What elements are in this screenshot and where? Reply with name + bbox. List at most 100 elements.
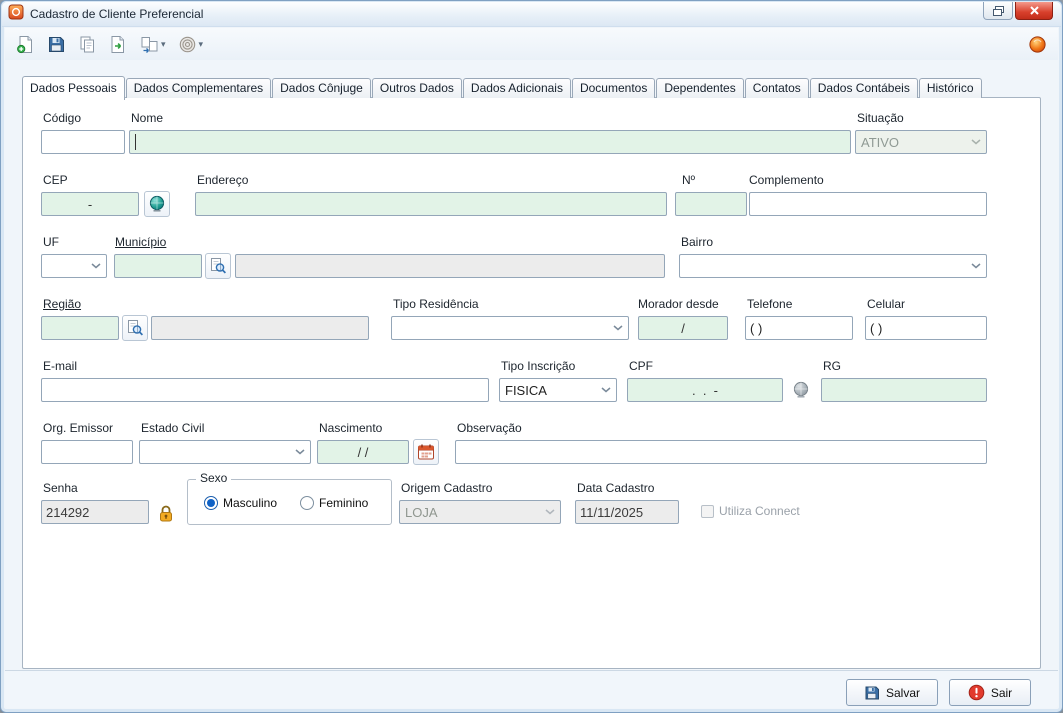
calendar-icon (417, 443, 435, 461)
cpf-label: CPF (629, 359, 653, 373)
municipio-search-button[interactable] (205, 253, 231, 279)
endereco-label: Endereço (197, 173, 248, 187)
telefone-input[interactable] (745, 316, 853, 340)
cpf-input[interactable] (627, 378, 783, 402)
situacao-select: ATIVO (855, 130, 987, 154)
export-icon[interactable] (106, 33, 131, 56)
sair-button-label: Sair (991, 686, 1012, 700)
data-cadastro-input (575, 500, 679, 524)
estado-civil-select[interactable] (139, 440, 311, 464)
chevron-down-icon (295, 449, 305, 455)
cpf-globe-gray-icon (789, 378, 813, 402)
app-window: Cadastro de Cliente Preferencial ▾ (0, 0, 1063, 713)
nome-label: Nome (131, 111, 163, 125)
municipio-label[interactable]: Município (115, 235, 166, 249)
radio-masculino[interactable]: Masculino (204, 496, 277, 510)
nascimento-calendar-button[interactable] (413, 439, 439, 465)
tab-documentos[interactable]: Documentos (572, 78, 655, 98)
save-icon[interactable] (44, 33, 69, 56)
exit-icon (968, 684, 985, 701)
sair-button[interactable]: Sair (949, 679, 1031, 706)
chevron-down-icon (91, 263, 101, 269)
tipo-inscricao-select[interactable]: FISICA (499, 378, 617, 402)
tab-outros-dados[interactable]: Outros Dados (372, 78, 462, 98)
nome-input[interactable] (129, 130, 851, 154)
tipo-residencia-select[interactable] (391, 316, 629, 340)
tab-dados-contabeis[interactable]: Dados Contábeis (810, 78, 918, 98)
uf-label: UF (43, 235, 59, 249)
restore-button[interactable] (983, 2, 1013, 20)
cep-label: CEP (43, 173, 68, 187)
celular-input[interactable] (865, 316, 987, 340)
observacao-input[interactable] (455, 440, 987, 464)
origem-cadastro-label: Origem Cadastro (401, 481, 492, 495)
uf-select[interactable] (41, 254, 107, 278)
nascimento-input[interactable] (317, 440, 409, 464)
complemento-label: Complemento (749, 173, 824, 187)
transfer-icon[interactable]: ▾ (137, 33, 169, 56)
tab-contatos[interactable]: Contatos (745, 78, 809, 98)
radio-masculino-label: Masculino (223, 496, 277, 510)
municipio-descricao (235, 254, 665, 278)
complemento-input[interactable] (749, 192, 987, 216)
copy-icon[interactable] (75, 33, 100, 56)
tab-dados-complementares[interactable]: Dados Complementares (126, 78, 271, 98)
checkbox-icon (701, 505, 714, 518)
chevron-down-icon (601, 387, 611, 393)
nascimento-label: Nascimento (319, 421, 382, 435)
org-emissor-input[interactable] (41, 440, 133, 464)
codigo-label: Código (43, 111, 81, 125)
bairro-label: Bairro (681, 235, 713, 249)
regiao-label[interactable]: Região (43, 297, 81, 311)
regiao-search-button[interactable] (122, 315, 148, 341)
data-cadastro-label: Data Cadastro (577, 481, 654, 495)
estado-civil-label: Estado Civil (141, 421, 204, 435)
globe-icon (148, 195, 166, 213)
tab-historico[interactable]: Histórico (919, 78, 982, 98)
codigo-input[interactable] (41, 130, 125, 154)
radio-icon[interactable] (204, 496, 218, 510)
morador-desde-input[interactable] (638, 316, 728, 340)
telefone-label: Telefone (747, 297, 792, 311)
utiliza-connect-label: Utiliza Connect (719, 504, 800, 518)
tab-dependentes[interactable]: Dependentes (656, 78, 743, 98)
cep-input[interactable] (41, 192, 139, 216)
window-title: Cadastro de Cliente Preferencial (30, 7, 203, 21)
numero-input[interactable] (675, 192, 747, 216)
numero-label: Nº (682, 173, 695, 187)
tab-strip: Dados Pessoais Dados Complementares Dado… (22, 75, 1042, 98)
email-label: E-mail (43, 359, 77, 373)
celular-label: Celular (867, 297, 905, 311)
morador-desde-label: Morador desde (638, 297, 719, 311)
radio-feminino[interactable]: Feminino (300, 496, 368, 510)
municipio-input[interactable] (114, 254, 202, 278)
titlebar: Cadastro de Cliente Preferencial (2, 2, 1061, 27)
tab-dados-pessoais[interactable]: Dados Pessoais (22, 76, 125, 100)
regiao-input[interactable] (41, 316, 119, 340)
text-caret (135, 134, 136, 150)
cep-search-button[interactable] (144, 191, 170, 217)
radio-icon[interactable] (300, 496, 314, 510)
sexo-groupbox: Sexo Masculino Feminino (187, 479, 392, 525)
senha-lock-icon[interactable] (154, 501, 178, 525)
salvar-button[interactable]: Salvar (846, 679, 938, 706)
rg-input[interactable] (821, 378, 987, 402)
tab-dados-conjuge[interactable]: Dados Cônjuge (272, 78, 371, 98)
bairro-select[interactable] (679, 254, 987, 278)
flame-icon[interactable] (1025, 33, 1050, 56)
endereco-input[interactable] (195, 192, 667, 216)
tipo-residencia-label: Tipo Residência (393, 297, 479, 311)
search-icon (126, 319, 144, 337)
chevron-down-icon: ▾ (161, 39, 166, 50)
email-input[interactable] (41, 378, 489, 402)
senha-input (41, 500, 149, 524)
tab-dados-adicionais[interactable]: Dados Adicionais (463, 78, 571, 98)
rg-label: RG (823, 359, 841, 373)
close-button[interactable] (1015, 2, 1053, 20)
tipo-inscricao-label: Tipo Inscrição (501, 359, 575, 373)
new-record-icon[interactable] (13, 33, 38, 56)
fingerprint-icon[interactable]: ▾ (175, 33, 207, 56)
salvar-button-label: Salvar (886, 686, 920, 700)
chevron-down-icon (613, 325, 623, 331)
utiliza-connect-checkbox: Utiliza Connect (701, 504, 800, 518)
